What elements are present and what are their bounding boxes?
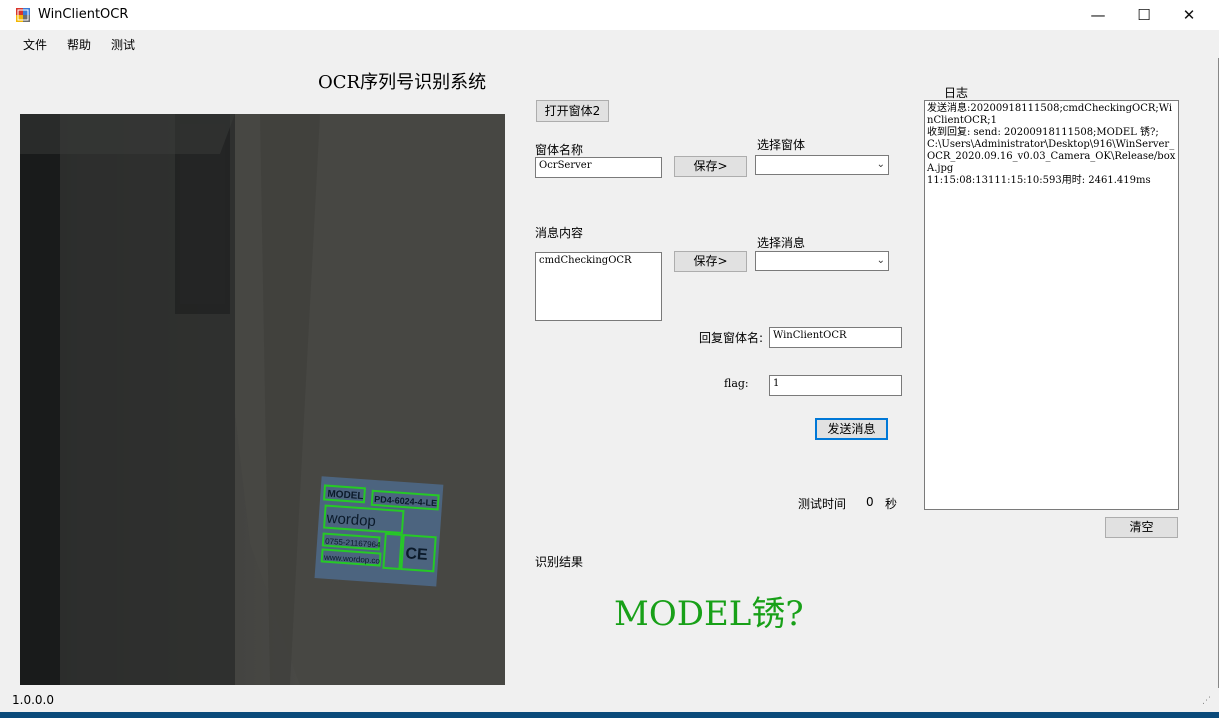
app-icon [16, 8, 30, 22]
menu-bar: 文件 帮助 测试 [0, 30, 1219, 58]
sticker-ce-mark: CE [405, 545, 429, 564]
window-name-label: 窗体名称 [535, 143, 584, 157]
menu-file[interactable]: 文件 [23, 36, 47, 53]
select-window-label: 选择窗体 [757, 138, 806, 152]
log-line: 收到回复: send: 20200918111508;MODEL 锈?;C:\U… [927, 127, 1176, 174]
log-line: 发送消息:20200918111508;cmdCheckingOCR;WinCl… [927, 103, 1173, 126]
log-line: 11:15:08:13111:15:10:593用时: 2461.419ms [927, 175, 1151, 186]
save-window-button[interactable]: 保存> [674, 156, 747, 177]
window-name-field[interactable]: OcrServer [535, 157, 662, 178]
resize-grip-icon[interactable]: ⋰ [1202, 696, 1211, 706]
log-label: 日志 [944, 86, 969, 100]
window-title: WinClientOCR [38, 7, 129, 22]
menu-help[interactable]: 帮助 [67, 36, 91, 53]
clear-log-button[interactable]: 清空 [1105, 517, 1178, 538]
menu-test[interactable]: 测试 [111, 36, 135, 53]
chevron-down-icon: ⌄ [876, 255, 885, 266]
preview-scene: MODEL PD4-6024-4-LE wordop 0755-21167964… [20, 114, 505, 685]
open-window2-button[interactable]: 打开窗体2 [536, 100, 609, 122]
status-bar: 1.0.0.0 ⋰ [0, 688, 1219, 712]
result-text: MODEL锈? [614, 594, 804, 634]
message-content-label: 消息内容 [535, 226, 584, 240]
maximize-icon: ☐ [1137, 6, 1151, 24]
close-icon: ✕ [1182, 6, 1196, 24]
send-message-button[interactable]: 发送消息 [815, 418, 888, 440]
test-time-unit: 秒 [885, 497, 898, 511]
sticker-brand: wordop [325, 510, 376, 530]
flag-field[interactable]: 1 [769, 375, 902, 396]
label-sticker: MODEL PD4-6024-4-LE wordop 0755-21167964… [314, 476, 444, 587]
system-title: OCR序列号识别系统 [318, 72, 487, 93]
maximize-button[interactable]: ☐ [1121, 0, 1167, 30]
main-window: WinClientOCR — ☐ ✕ 文件 帮助 测试 OCR序列号识别系统 M… [0, 0, 1219, 712]
result-label: 识别结果 [535, 555, 584, 569]
test-time-label: 测试时间 [798, 497, 847, 511]
close-button[interactable]: ✕ [1166, 0, 1212, 30]
test-time-value: 0 [866, 495, 874, 509]
select-message-dropdown[interactable]: ⌄ [755, 251, 889, 271]
select-window-dropdown[interactable]: ⌄ [755, 155, 889, 175]
select-message-label: 选择消息 [757, 236, 806, 250]
title-bar: WinClientOCR — ☐ ✕ [0, 0, 1219, 30]
message-content-field[interactable]: cmdCheckingOCR [535, 252, 662, 321]
camera-preview: MODEL PD4-6024-4-LE wordop 0755-21167964… [20, 114, 505, 685]
version-label: 1.0.0.0 [12, 693, 54, 707]
minimize-button[interactable]: — [1075, 0, 1121, 30]
chevron-down-icon: ⌄ [876, 159, 885, 170]
reply-window-field[interactable]: WinClientOCR [769, 327, 902, 348]
save-message-button[interactable]: 保存> [674, 251, 747, 272]
flag-label: flag: [724, 377, 749, 390]
log-textarea[interactable]: 发送消息:20200918111508;cmdCheckingOCR;WinCl… [924, 100, 1179, 510]
minimize-icon: — [1090, 6, 1106, 24]
reply-window-label: 回复窗体名: [699, 331, 764, 345]
